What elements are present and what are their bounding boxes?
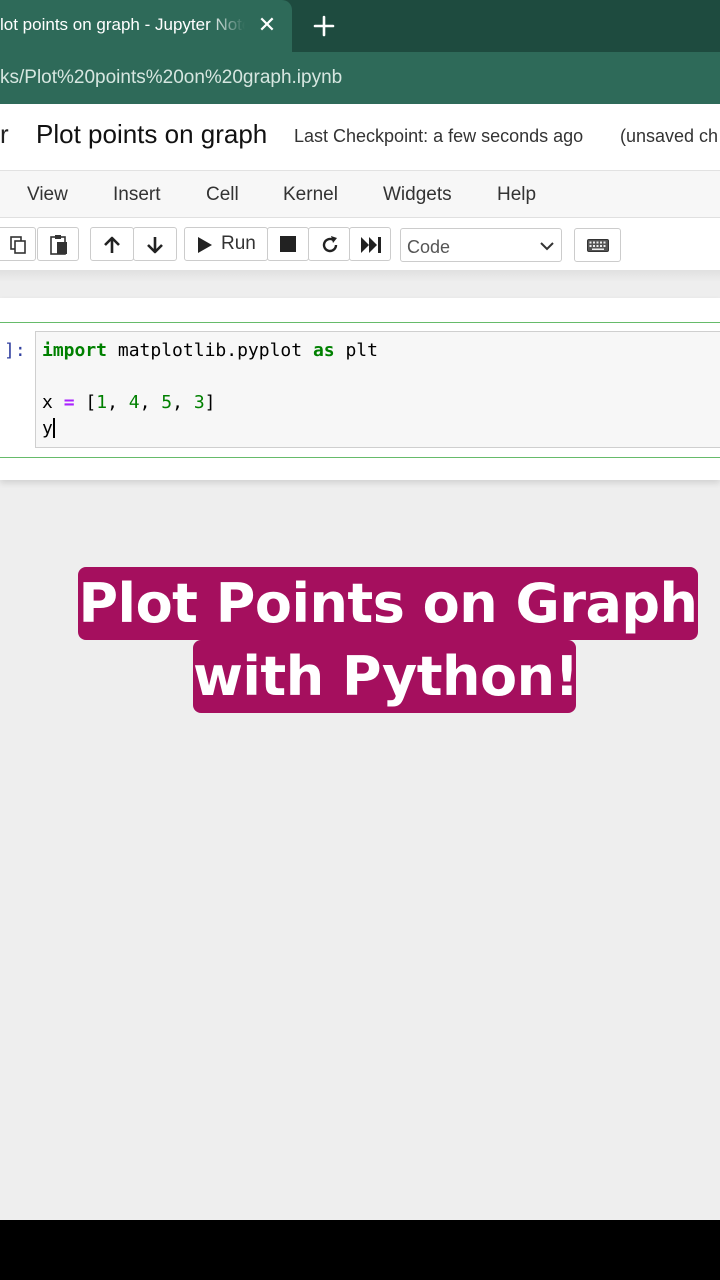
play-icon [198, 237, 212, 253]
number-literal: 5 [161, 392, 173, 413]
comma: , [172, 392, 194, 413]
menu-bar [0, 171, 720, 218]
paste-icon [50, 235, 67, 255]
menu-widgets[interactable]: Widgets [383, 184, 452, 206]
code-line-1[interactable]: import matplotlib.pyplot as plt [42, 340, 378, 362]
assign-operator: = [63, 392, 75, 413]
cell-type-select[interactable]: Code [400, 228, 562, 262]
menu-kernel[interactable]: Kernel [283, 184, 338, 206]
notebook-gutter [0, 282, 720, 298]
menu-cell[interactable]: Cell [206, 184, 239, 206]
bracket-close: ] [204, 392, 216, 413]
notebook-title[interactable]: Plot points on graph [36, 118, 267, 150]
copy-button[interactable] [0, 227, 36, 261]
keyboard-icon [587, 239, 609, 252]
run-label: Run [221, 233, 256, 254]
number-literal: 3 [193, 392, 205, 413]
keyword-as: as [312, 340, 335, 361]
menu-view[interactable]: View [27, 184, 68, 206]
jupyter-logo-fragment[interactable]: r [0, 118, 9, 150]
alias-name: plt [334, 340, 378, 361]
close-icon[interactable]: ✕ [256, 13, 278, 37]
stop-icon [280, 236, 296, 252]
browser-tab-active[interactable]: lot points on graph - Jupyter Notebook ✕ [0, 0, 292, 52]
restart-icon [322, 236, 338, 253]
menu-help[interactable]: Help [497, 184, 536, 206]
unsaved-status: (unsaved ch [620, 126, 719, 146]
bottom-black-bar [0, 1220, 720, 1280]
restart-button[interactable] [308, 227, 350, 261]
arrow-up-icon [104, 236, 120, 253]
keyword-import: import [42, 340, 108, 361]
url-text[interactable]: ks/Plot%20points%20on%20graph.ipynb [0, 66, 342, 90]
caption-box-line-1: Plot Points on Graph [78, 567, 698, 640]
paste-button[interactable] [37, 227, 79, 261]
keyboard-shortcuts-button[interactable] [574, 228, 621, 262]
interrupt-button[interactable] [267, 227, 309, 261]
checkpoint-status: Last Checkpoint: a few seconds ago [294, 126, 584, 146]
toolbar-shadow [0, 270, 720, 282]
cell-type-value: Code [407, 237, 451, 257]
chevron-down-icon [540, 242, 554, 251]
move-down-button[interactable] [133, 227, 177, 261]
tab-title: lot points on graph - Jupyter Notebook [0, 15, 245, 34]
run-button[interactable]: Run [184, 227, 268, 261]
menu-insert[interactable]: Insert [113, 184, 161, 206]
code-line-4[interactable]: y [42, 418, 55, 440]
caption-box-line-2: with Python! [193, 640, 579, 713]
variable-x: x [42, 392, 64, 413]
plus-icon[interactable] [310, 12, 338, 40]
fast-forward-icon [361, 237, 381, 253]
caption-line-1: Plot Points on Graph [78, 572, 698, 635]
module-name: matplotlib.pyplot [107, 340, 313, 361]
copy-icon [10, 236, 26, 254]
input-prompt: ]: [4, 340, 26, 361]
text-cursor [52, 418, 55, 438]
number-literal: 1 [96, 392, 108, 413]
number-literal: 4 [128, 392, 140, 413]
move-up-button[interactable] [90, 227, 134, 261]
code-line-3[interactable]: x = [1, 4, 5, 3] [42, 392, 216, 414]
caption-line-2: with Python! [193, 645, 579, 708]
arrow-down-icon [147, 237, 163, 254]
variable-y: y [42, 418, 53, 439]
comma: , [139, 392, 162, 413]
run-all-button[interactable] [349, 227, 391, 261]
bracket-open: [ [74, 392, 97, 413]
comma: , [107, 392, 129, 413]
